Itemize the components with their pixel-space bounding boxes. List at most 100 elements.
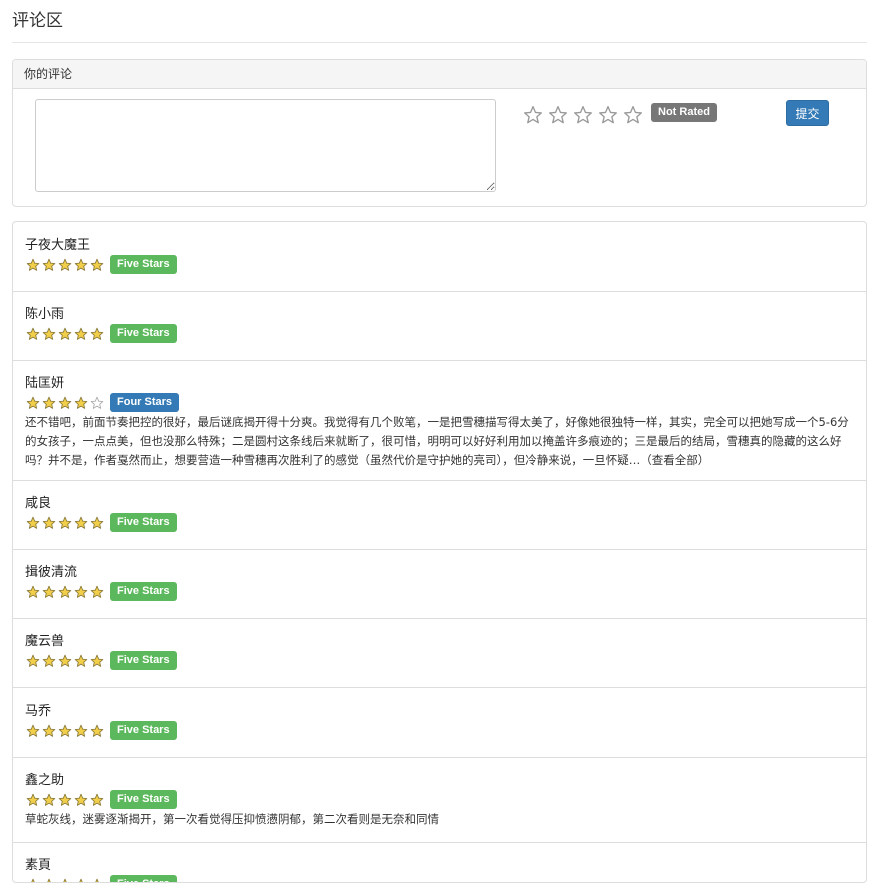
star-filled-icon xyxy=(73,584,89,600)
rating-badge: Five Stars xyxy=(110,651,177,670)
rating-badge: Five Stars xyxy=(110,875,177,883)
star-filled-icon xyxy=(73,877,89,883)
star-filled-icon xyxy=(57,653,73,669)
title-divider xyxy=(12,42,867,43)
star-filled-icon xyxy=(25,515,41,531)
comment-item: 魔云兽 Five Stars xyxy=(13,618,866,688)
star-filled-icon xyxy=(89,584,105,600)
comment-item: 咸良 Five Stars xyxy=(13,480,866,550)
star-filled-icon xyxy=(25,723,41,739)
comment-author: 素頁 xyxy=(25,854,51,873)
rating-badge: Five Stars xyxy=(110,255,177,274)
comment-author: 陆匡妍 xyxy=(25,372,64,391)
comment-text-content: 还不错吧，前面节奏把控的很好，最后谜底揭开得十分爽。我觉得有几个败笔，一是把雪穗… xyxy=(25,415,849,467)
rating-badge: Five Stars xyxy=(110,582,177,601)
rating-badge: Five Stars xyxy=(110,721,177,740)
submit-button[interactable]: 提交 xyxy=(786,100,829,126)
star-filled-icon xyxy=(25,877,41,883)
rate-star-1-icon[interactable] xyxy=(520,103,545,127)
rating-badge: Five Stars xyxy=(110,324,177,343)
compose-heading: 你的评论 xyxy=(13,60,866,89)
star-filled-icon xyxy=(89,792,105,808)
star-empty-icon xyxy=(89,395,105,411)
star-filled-icon xyxy=(41,792,57,808)
star-filled-icon xyxy=(41,723,57,739)
comment-item: 马乔 Five Stars xyxy=(13,688,866,758)
star-filled-icon xyxy=(73,326,89,342)
star-filled-icon xyxy=(89,723,105,739)
star-filled-icon xyxy=(57,877,73,883)
comment-rating: Five Stars xyxy=(25,721,177,740)
star-filled-icon xyxy=(41,653,57,669)
comment-rating: Five Stars xyxy=(25,582,177,601)
star-filled-icon xyxy=(57,257,73,273)
comment-item: 揖彼清流 Five Stars xyxy=(13,549,866,619)
star-filled-icon xyxy=(57,395,73,411)
star-filled-icon xyxy=(41,395,57,411)
comment-rating: Four Stars xyxy=(25,393,179,412)
star-filled-icon xyxy=(73,792,89,808)
comment-item: 素頁 Five Stars xyxy=(13,842,866,883)
comment-author: 魔云兽 xyxy=(25,630,64,649)
star-filled-icon xyxy=(73,515,89,531)
comment-rating: Five Stars xyxy=(25,324,177,343)
comment-item: 陈小雨 Five Stars xyxy=(13,291,866,361)
rating-badge: Four Stars xyxy=(110,393,179,412)
star-filled-icon xyxy=(57,792,73,808)
comment-rating: Five Stars xyxy=(25,790,177,809)
star-filled-icon xyxy=(25,653,41,669)
star-filled-icon xyxy=(25,584,41,600)
star-filled-icon xyxy=(73,395,89,411)
comment-text: 草蛇灰线，迷雾逐渐揭开，第一次看觉得压抑愤懑阴郁，第二次看则是无奈和同情 xyxy=(25,810,856,829)
comment-author: 鑫之助 xyxy=(25,769,64,788)
comment-rating: Five Stars xyxy=(25,513,177,532)
compose-panel: 你的评论 Not Rated 提交 xyxy=(12,59,867,207)
comment-author: 子夜大魔王 xyxy=(25,234,90,253)
rating-badge: Five Stars xyxy=(110,790,177,809)
comments-list: 子夜大魔王 Five Stars 陈小雨 Five Stars 陆匡妍 Four Star… xyxy=(12,221,867,883)
rate-star-5-icon[interactable] xyxy=(620,103,645,127)
star-filled-icon xyxy=(41,326,57,342)
star-filled-icon xyxy=(57,515,73,531)
star-filled-icon xyxy=(41,257,57,273)
star-filled-icon xyxy=(57,723,73,739)
comment-text-content: 草蛇灰线，迷雾逐渐揭开，第一次看觉得压抑愤懑阴郁，第二次看则是无奈和同情 xyxy=(25,812,439,826)
rate-star-2-icon[interactable] xyxy=(545,103,570,127)
star-filled-icon xyxy=(41,584,57,600)
star-filled-icon xyxy=(57,326,73,342)
comment-author: 马乔 xyxy=(25,700,51,719)
star-filled-icon xyxy=(25,792,41,808)
rate-star-4-icon[interactable] xyxy=(595,103,620,127)
star-filled-icon xyxy=(73,653,89,669)
star-filled-icon xyxy=(89,515,105,531)
star-filled-icon xyxy=(25,326,41,342)
star-filled-icon xyxy=(89,257,105,273)
star-filled-icon xyxy=(57,584,73,600)
star-filled-icon xyxy=(89,326,105,342)
rate-star-3-icon[interactable] xyxy=(570,103,595,127)
comment-author: 陈小雨 xyxy=(25,303,64,322)
star-filled-icon xyxy=(25,257,41,273)
rating-badge: Five Stars xyxy=(110,513,177,532)
comment-rating: Five Stars xyxy=(25,651,177,670)
comment-item: 子夜大魔王 Five Stars xyxy=(13,222,866,292)
comment-rating: Five Stars xyxy=(25,875,177,883)
comment-textarea[interactable] xyxy=(35,99,496,192)
star-filled-icon xyxy=(73,257,89,273)
comment-text: 还不错吧，前面节奏把控的很好，最后谜底揭开得十分爽。我觉得有几个败笔，一是把雪穗… xyxy=(25,413,856,470)
comment-item: 鑫之助 Five Stars 草蛇灰线，迷雾逐渐揭开，第一次看觉得压抑愤懑阴郁，第二… xyxy=(13,757,866,843)
comment-author: 咸良 xyxy=(25,492,51,511)
comment-rating: Five Stars xyxy=(25,255,177,274)
star-filled-icon xyxy=(25,395,41,411)
comment-item: 陆匡妍 Four Stars 还不错吧，前面节奏把控的很好，最后谜底揭开得十分爽。我… xyxy=(13,360,866,481)
rating-status-badge: Not Rated xyxy=(651,103,717,122)
star-filled-icon xyxy=(41,877,57,883)
star-filled-icon xyxy=(89,653,105,669)
star-filled-icon xyxy=(89,877,105,883)
comment-author: 揖彼清流 xyxy=(25,561,77,580)
page-title: 评论区 xyxy=(12,6,63,31)
rating-input xyxy=(520,103,645,127)
star-filled-icon xyxy=(73,723,89,739)
view-all-link[interactable]: （查看全部） xyxy=(640,453,709,467)
star-filled-icon xyxy=(41,515,57,531)
